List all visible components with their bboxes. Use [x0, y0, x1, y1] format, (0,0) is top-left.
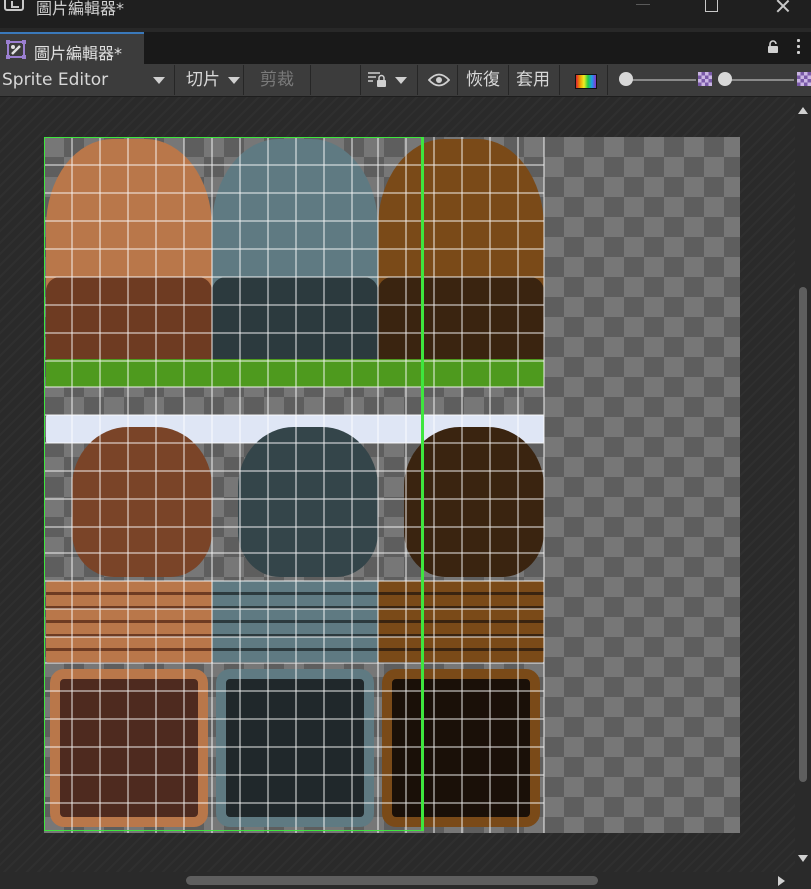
- mode-dropdown[interactable]: Sprite Editor: [0, 65, 175, 95]
- tab-label: 圖片編輯器*: [34, 44, 123, 63]
- apply-button[interactable]: 套用: [510, 65, 560, 95]
- horizontal-scrollbar[interactable]: [0, 872, 811, 889]
- window-title: 圖片編輯器*: [36, 0, 125, 18]
- alpha-checker-icon: [698, 72, 712, 86]
- slice-dropdown[interactable]: 切片: [176, 65, 244, 95]
- toolbar-spacer: [311, 65, 361, 95]
- slice-dropdown-label: 切片: [186, 70, 220, 90]
- revert-button[interactable]: 恢復: [459, 65, 509, 95]
- window-title-bar: 圖片編輯器*: [0, 0, 811, 28]
- mip-slider-thumb[interactable]: [718, 72, 732, 86]
- eye-icon: [428, 73, 450, 87]
- zoom-slider-track[interactable]: [624, 79, 696, 81]
- vertical-scrollbar[interactable]: [795, 97, 811, 872]
- pivot-icon: [368, 72, 386, 87]
- sprite-editor-icon: [6, 40, 26, 59]
- vertical-scroll-thumb[interactable]: [799, 287, 807, 782]
- tab-sprite-editor[interactable]: 圖片編輯器*: [0, 32, 144, 64]
- minimize-button[interactable]: [620, 0, 666, 14]
- chevron-down-icon: [228, 76, 240, 84]
- selection-outline: [44, 137, 424, 831]
- lock-icon[interactable]: [767, 40, 779, 54]
- selection-divider: [421, 137, 423, 831]
- rgb-color-toggle[interactable]: [565, 65, 608, 95]
- maximize-button[interactable]: [690, 0, 736, 14]
- tab-bar: 圖片編輯器*: [0, 32, 811, 64]
- rgb-color-icon: [575, 74, 597, 89]
- close-button[interactable]: [760, 0, 806, 14]
- scroll-up-icon[interactable]: [798, 107, 808, 114]
- pivot-dropdown[interactable]: [361, 65, 418, 95]
- horizontal-scroll-thumb[interactable]: [186, 876, 598, 885]
- trim-button[interactable]: 剪裁: [245, 65, 311, 95]
- scroll-down-icon[interactable]: [798, 855, 808, 862]
- sprite-editor-toolbar: Sprite Editor 切片 剪裁 恢復 套用: [0, 64, 811, 97]
- sprite-texture: [44, 137, 740, 833]
- chevron-down-icon: [153, 77, 165, 84]
- chevron-down-icon: [395, 77, 407, 84]
- preview-toggle[interactable]: [420, 65, 458, 95]
- mip-checker-icon: [797, 72, 811, 86]
- mip-slider-track[interactable]: [722, 79, 794, 81]
- sprite-canvas[interactable]: [0, 97, 795, 872]
- scroll-right-icon[interactable]: [778, 876, 785, 886]
- sprite-tile[interactable]: [404, 427, 544, 577]
- menu-dots-icon[interactable]: [796, 39, 802, 57]
- mode-dropdown-label: Sprite Editor: [2, 70, 109, 90]
- unity-app-icon: [4, 0, 24, 11]
- zoom-slider-thumb[interactable]: [619, 72, 633, 86]
